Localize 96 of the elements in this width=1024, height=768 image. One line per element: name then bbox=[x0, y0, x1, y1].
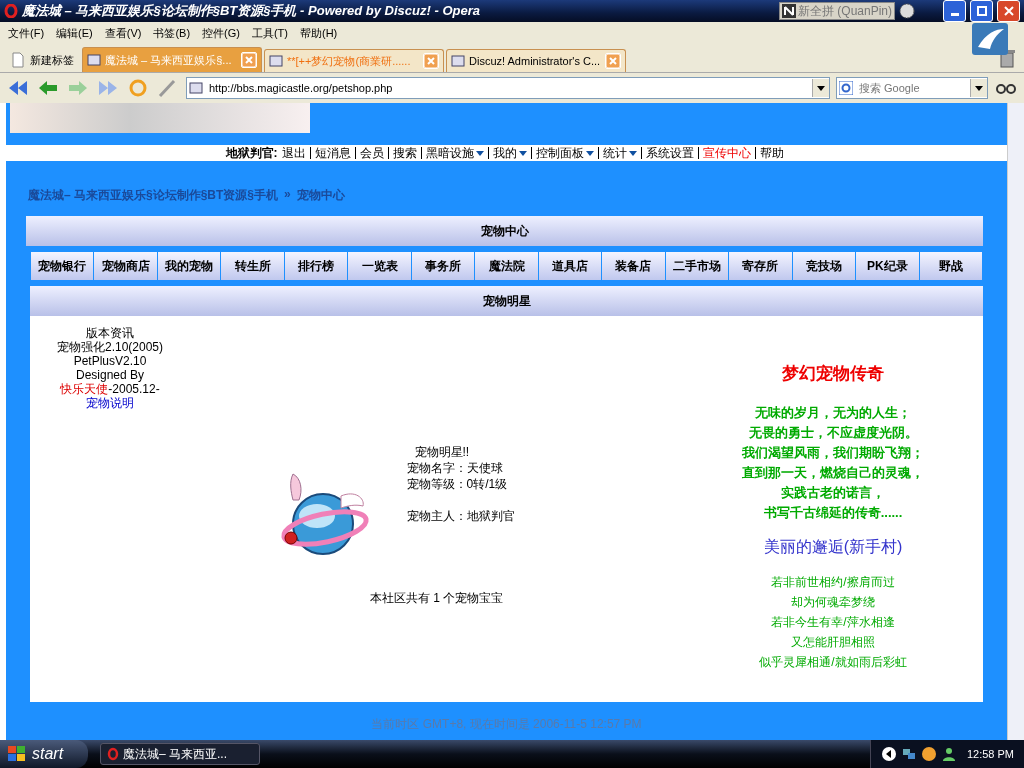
page-icon bbox=[87, 53, 101, 67]
nav-link[interactable]: 控制面板 bbox=[531, 147, 599, 159]
page-icon bbox=[10, 52, 26, 68]
pet-owner: 宠物主人：地狱判官 bbox=[406, 508, 515, 524]
verse-line: 若非前世相约/擦肩而过 bbox=[771, 574, 895, 591]
pet-count: 本社区共有 1 个宠物宝宝 bbox=[369, 590, 504, 607]
clock: 12:58 PM bbox=[966, 748, 1014, 760]
pet-nav-button[interactable]: 装备店 bbox=[602, 252, 665, 280]
new-tab-button[interactable]: 新建标签 bbox=[4, 48, 80, 72]
version-text: 宠物强化2.10(2005) bbox=[56, 340, 163, 354]
menu-item[interactable]: 文件(F) bbox=[4, 25, 53, 41]
breadcrumb-separator: » bbox=[284, 187, 291, 203]
poem-line: 我们渴望风雨，我们期盼飞翔； bbox=[742, 444, 924, 462]
menu-item[interactable]: 编辑(E) bbox=[52, 25, 101, 41]
pet-name: 宠物名字：天使球 bbox=[406, 460, 504, 476]
author-link[interactable]: 快乐天使 bbox=[60, 382, 109, 396]
version-text: Designed By bbox=[75, 368, 144, 382]
pet-nav-button[interactable]: 魔法院 bbox=[475, 252, 538, 280]
scrollbar[interactable] bbox=[1007, 103, 1024, 740]
version-text: 版本资讯 bbox=[86, 326, 134, 340]
poem-line: 书写千古绵延的传奇...... bbox=[763, 504, 903, 522]
username: 地狱判官: bbox=[225, 144, 278, 162]
pet-heading: 宠物明星!! bbox=[413, 444, 471, 460]
browser-tab[interactable]: Discuz! Administrator's C... bbox=[446, 49, 626, 72]
version-text: PetPlusV2.10 bbox=[73, 354, 147, 368]
search-bar[interactable]: 搜索 Google bbox=[836, 77, 988, 99]
address-bar[interactable]: http://bbs.magicastle.org/petshop.php bbox=[186, 77, 830, 99]
bird-logo-icon bbox=[972, 23, 1008, 55]
pet-nav-button[interactable]: 宠物商店 bbox=[94, 252, 157, 280]
pet-level: 宠物等级：0转/1级 bbox=[406, 476, 509, 492]
arrow-left-icon[interactable] bbox=[880, 746, 897, 762]
legend-subtitle: 美丽的邂逅(新手村) bbox=[763, 537, 903, 557]
verse-line: 似乎灵犀相通/就如雨后彩虹 bbox=[759, 654, 907, 671]
nav-link[interactable]: 退出 bbox=[277, 147, 311, 159]
taskbar-item[interactable]: 魔法城– 马来西亚... bbox=[100, 743, 260, 765]
pet-nav-button[interactable]: 转生所 bbox=[221, 252, 284, 280]
page-icon bbox=[269, 54, 283, 68]
address-field[interactable]: http://bbs.magicastle.org/petshop.php bbox=[207, 81, 808, 95]
nav-link[interactable]: 宣传中心 bbox=[698, 147, 756, 159]
poem-line: 无味的岁月，无为的人生； bbox=[755, 404, 911, 422]
minimize-icon bbox=[950, 12, 959, 16]
legend-title: 梦幻宠物传奇 bbox=[782, 363, 884, 385]
pet-nav-button[interactable]: 一览表 bbox=[348, 252, 411, 280]
footer-time: 当前时区 GMT+8, 现在时间是 2006-11-5 12:57 PM bbox=[370, 716, 643, 733]
menu-item[interactable]: 书签(B) bbox=[149, 25, 199, 41]
nav-link[interactable]: 我的 bbox=[488, 147, 532, 159]
user-icon[interactable] bbox=[940, 746, 957, 762]
page-icon bbox=[451, 54, 465, 68]
pet-nav-button[interactable]: PK纪录 bbox=[856, 252, 919, 280]
dropdown-button[interactable] bbox=[812, 79, 829, 97]
close-button[interactable] bbox=[997, 0, 1020, 22]
nav-link[interactable]: 系统设置 bbox=[641, 147, 699, 159]
pet-guide-link[interactable]: 宠物说明 bbox=[86, 396, 134, 410]
section-header: 宠物明星 bbox=[30, 286, 983, 316]
network-icon[interactable] bbox=[900, 746, 917, 762]
pet-nav-button[interactable]: 竞技场 bbox=[792, 252, 856, 280]
menu-item[interactable]: 工具(T) bbox=[247, 25, 296, 41]
poem-line: 直到那一天，燃烧自己的灵魂， bbox=[742, 464, 924, 482]
dropdown-button[interactable] bbox=[970, 79, 987, 97]
close-icon bbox=[1003, 6, 1014, 16]
poem-line: 实践古老的诺言， bbox=[781, 484, 885, 502]
poem-line: 无畏的勇士，不应虚度光阴。 bbox=[748, 424, 918, 442]
pet-nav-button[interactable]: 宠物银行 bbox=[31, 252, 94, 280]
nav-link[interactable]: 统计 bbox=[598, 147, 642, 159]
pet-nav-button[interactable]: 寄存所 bbox=[729, 252, 792, 280]
panel-header: 宠物中心 bbox=[26, 216, 983, 246]
windows-logo-icon bbox=[8, 746, 26, 762]
pet-nav-button[interactable]: 事务所 bbox=[411, 252, 475, 280]
pet-nav-button[interactable]: 野战 bbox=[919, 252, 983, 280]
minimize-button[interactable] bbox=[943, 0, 966, 22]
maximize-icon bbox=[976, 6, 987, 16]
opera-logo-icon bbox=[4, 4, 18, 18]
window-title: 魔法城 – 马来西亚娱乐§论坛制作§BT资源§手机 - Powered by Discuz! - Opera bbox=[22, 2, 481, 20]
page-icon bbox=[189, 81, 203, 95]
nav-link[interactable]: 短消息 bbox=[310, 147, 356, 159]
menu-item[interactable]: 查看(V) bbox=[100, 25, 150, 41]
nav-link[interactable]: 搜索 bbox=[388, 147, 422, 159]
menu-item[interactable]: 控件(G) bbox=[198, 25, 248, 41]
opera-logo-icon bbox=[107, 747, 119, 761]
pet-nav-button[interactable]: 二手市场 bbox=[665, 252, 729, 280]
verse-line: 却为何魂牵梦绕 bbox=[791, 594, 875, 611]
verse-line: 若非今生有幸/萍水相逢 bbox=[771, 614, 895, 631]
nav-link[interactable]: 帮助 bbox=[755, 147, 788, 159]
date-text: -2005.12- bbox=[108, 382, 160, 396]
ime-logo-icon bbox=[781, 4, 796, 18]
nav-link[interactable]: 会员 bbox=[355, 147, 389, 159]
nav-link[interactable]: 黑暗设施 bbox=[421, 147, 489, 159]
search-engine-icon bbox=[839, 81, 853, 95]
menu-item[interactable]: 帮助(H) bbox=[296, 25, 346, 41]
pet-nav-button[interactable]: 道具店 bbox=[538, 252, 602, 280]
verse-line: 又怎能肝胆相照 bbox=[791, 634, 875, 651]
maximize-button[interactable] bbox=[970, 0, 993, 22]
search-field[interactable]: 搜索 Google bbox=[857, 81, 966, 95]
pet-nav-button[interactable]: 我的宠物 bbox=[157, 252, 221, 280]
pet-nav-button[interactable]: 排行榜 bbox=[284, 252, 348, 280]
start-button[interactable]: start bbox=[0, 740, 88, 768]
